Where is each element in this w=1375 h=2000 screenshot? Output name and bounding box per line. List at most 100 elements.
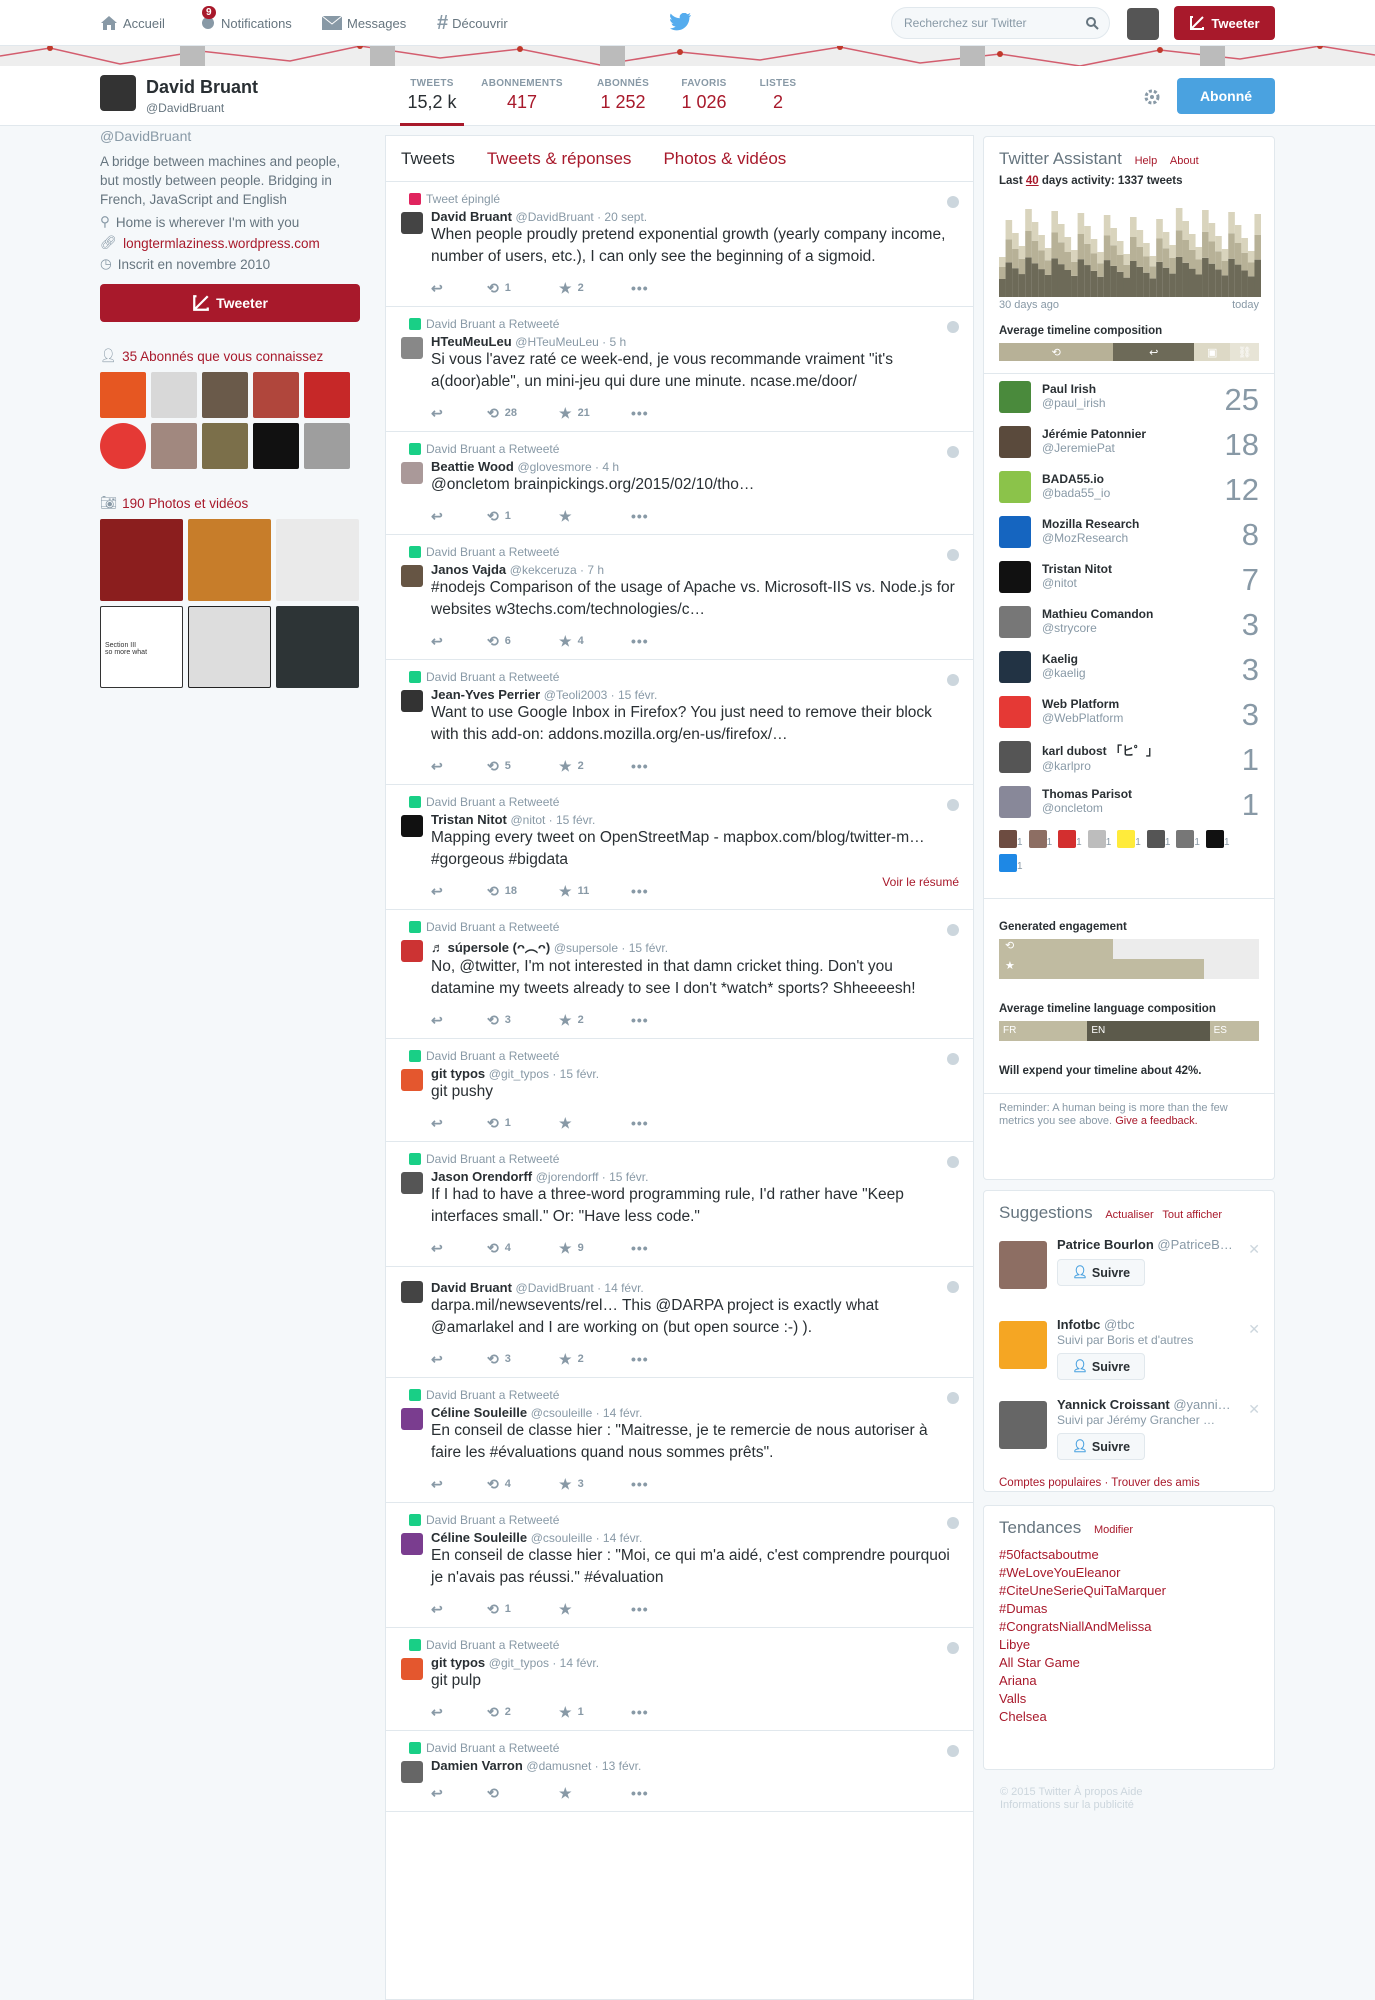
more-button[interactable]: ••• bbox=[631, 1601, 687, 1617]
followers-you-know-link[interactable]: 👤︎ 35 Abonnés que vous connaissez bbox=[100, 348, 360, 364]
photo-thumb[interactable]: Section III so more what bbox=[100, 606, 183, 688]
retweet-button[interactable]: ⟲ bbox=[487, 1785, 559, 1802]
follower-avatar[interactable] bbox=[202, 423, 248, 469]
more-button[interactable]: ••• bbox=[631, 1115, 687, 1131]
dismiss-icon[interactable]: ✕ bbox=[1248, 1401, 1260, 1418]
reply-button[interactable]: ↩ bbox=[431, 508, 487, 525]
mini-user-avatar[interactable]: 1 bbox=[999, 854, 1023, 872]
follower-avatar[interactable] bbox=[151, 372, 197, 418]
tweet-author-avatar[interactable] bbox=[401, 462, 423, 484]
trend-item[interactable]: All Star Game bbox=[984, 1652, 1274, 1670]
view-summary-link[interactable]: Voir le résumé bbox=[882, 875, 959, 889]
more-button[interactable]: ••• bbox=[631, 1240, 687, 1256]
retweet-button[interactable]: ⟲ 28 bbox=[487, 405, 559, 422]
assistant-user-row[interactable]: Jérémie Patonnier @JeremiePat 18 bbox=[984, 419, 1274, 464]
reply-button[interactable]: ↩ bbox=[431, 1601, 487, 1618]
more-button[interactable]: ••• bbox=[631, 1012, 687, 1028]
nav-discover[interactable]: # Découvrir bbox=[437, 0, 508, 46]
search-icon[interactable] bbox=[1086, 17, 1099, 30]
tweet-author-avatar[interactable] bbox=[401, 1761, 423, 1783]
tweet[interactable]: Tweet épinglé David Bruant @DavidBruant … bbox=[386, 182, 973, 307]
tweet[interactable]: David Bruant a Retweeté Céline Souleille… bbox=[386, 1503, 973, 1628]
activity-days-link[interactable]: 40 bbox=[1026, 175, 1039, 187]
suggestion-avatar[interactable] bbox=[999, 1241, 1047, 1289]
expand-icon[interactable] bbox=[947, 549, 959, 561]
suggestion-name[interactable]: Patrice Bourlon bbox=[1057, 1237, 1154, 1252]
mini-user-avatar[interactable]: 1 bbox=[1205, 830, 1230, 848]
tweet-author-name[interactable]: Jean-Yves Perrier bbox=[431, 687, 540, 702]
assistant-user-row[interactable]: Thomas Parisot @oncletom 1 bbox=[984, 779, 1274, 824]
tweet-author-handle[interactable]: @kekceruza · 7 h bbox=[510, 563, 604, 577]
favorite-button[interactable]: ★ bbox=[559, 508, 631, 525]
tweet-author-avatar[interactable] bbox=[401, 1172, 423, 1194]
tweet[interactable]: David Bruant a Retweeté git typos @git_t… bbox=[386, 1039, 973, 1142]
favorite-button[interactable]: ★ 11 bbox=[559, 883, 631, 900]
tweet-author-handle[interactable]: @git_typos · 14 févr. bbox=[489, 1656, 599, 1670]
stat-following[interactable]: ABONNEMENTS 417 bbox=[478, 78, 566, 113]
find-friends-link[interactable]: Trouver des amis bbox=[1111, 1477, 1199, 1489]
feedback-link[interactable]: Give a feedback. bbox=[1115, 1115, 1198, 1127]
tweet-author-name[interactable]: Céline Souleille bbox=[431, 1405, 527, 1420]
dismiss-icon[interactable]: ✕ bbox=[1248, 1241, 1260, 1258]
retweet-button[interactable]: ⟲ 2 bbox=[487, 1704, 559, 1721]
reply-button[interactable]: ↩ bbox=[431, 405, 487, 422]
retweet-button[interactable]: ⟲ 6 bbox=[487, 633, 559, 650]
favorite-button[interactable]: ★ 2 bbox=[559, 1012, 631, 1029]
tweet-author-handle[interactable]: @jorendorff · 15 févr. bbox=[536, 1170, 649, 1184]
tweet-author-avatar[interactable] bbox=[401, 815, 423, 837]
expand-icon[interactable] bbox=[947, 1053, 959, 1065]
compose-tweet-button[interactable]: Tweeter bbox=[1174, 6, 1275, 40]
nav-notifications[interactable]: 9 Notifications bbox=[200, 0, 292, 46]
reply-button[interactable]: ↩ bbox=[431, 280, 487, 297]
tweet-author-avatar[interactable] bbox=[401, 1658, 423, 1680]
expand-icon[interactable] bbox=[947, 321, 959, 333]
tweet-author-name[interactable]: ♬ súpersole (ᴖ︵ᴖ) bbox=[431, 940, 550, 955]
tweet-author-avatar[interactable] bbox=[401, 940, 423, 962]
reply-button[interactable]: ↩ bbox=[431, 633, 487, 650]
tweet-author-handle[interactable]: @csouleille · 14 févr. bbox=[531, 1531, 643, 1545]
assistant-user-avatar[interactable] bbox=[999, 516, 1031, 548]
search-input[interactable]: Recherchez sur Twitter bbox=[891, 7, 1110, 39]
retweet-button[interactable]: ⟲ 4 bbox=[487, 1476, 559, 1493]
suggestion-follow-button[interactable]: 👤︎ Suivre bbox=[1057, 1433, 1146, 1460]
stat-followers[interactable]: ABONNÉS 1 252 bbox=[590, 78, 656, 113]
profile-name[interactable]: David Bruant bbox=[146, 77, 258, 98]
trends-change-link[interactable]: Modifier bbox=[1094, 1524, 1133, 1536]
more-button[interactable]: ••• bbox=[631, 1476, 687, 1492]
assistant-user-row[interactable]: Kaelig @kaelig 3 bbox=[984, 644, 1274, 689]
tweet[interactable]: David Bruant a Retweeté Tristan Nitot @n… bbox=[386, 785, 973, 910]
mini-user-avatar[interactable]: 1 bbox=[1146, 830, 1170, 848]
more-button[interactable]: ••• bbox=[631, 280, 687, 296]
favorite-button[interactable]: ★ 2 bbox=[559, 280, 631, 297]
tweet-author-handle[interactable]: @nitot · 15 févr. bbox=[510, 813, 595, 827]
photo-thumb[interactable] bbox=[100, 519, 183, 601]
suggestion-follow-button[interactable]: 👤︎ Suivre bbox=[1057, 1353, 1146, 1380]
tweet-author-handle[interactable]: @DavidBruant · 14 févr. bbox=[516, 1281, 644, 1295]
trend-item[interactable]: #WeLoveYouEleanor bbox=[984, 1562, 1274, 1580]
tweet[interactable]: David Bruant a Retweeté Janos Vajda @kek… bbox=[386, 535, 973, 660]
mini-user-avatar[interactable]: 1 bbox=[1028, 830, 1052, 848]
retweet-button[interactable]: ⟲ 18 bbox=[487, 883, 559, 900]
mini-user-avatar[interactable]: 1 bbox=[1058, 830, 1082, 848]
reply-button[interactable]: ↩ bbox=[431, 1476, 487, 1493]
tweet[interactable]: David Bruant a Retweeté Beattie Wood @gl… bbox=[386, 432, 973, 535]
gear-icon[interactable] bbox=[1143, 88, 1161, 106]
favorite-button[interactable]: ★ bbox=[559, 1785, 631, 1802]
expand-icon[interactable] bbox=[947, 674, 959, 686]
tab-tweets[interactable]: Tweets bbox=[401, 149, 455, 169]
tweet-author-handle[interactable]: @supersole · 15 févr. bbox=[554, 941, 668, 955]
favorite-button[interactable]: ★ bbox=[559, 1601, 631, 1618]
more-button[interactable]: ••• bbox=[631, 1785, 687, 1801]
tweet-author-handle[interactable]: @HTeuMeuLeu · 5 h bbox=[515, 335, 626, 349]
tweet-author-name[interactable]: Beattie Wood bbox=[431, 459, 514, 474]
stat-favorites[interactable]: FAVORIS 1 026 bbox=[675, 78, 733, 113]
tweet-author-name[interactable]: David Bruant bbox=[431, 209, 512, 224]
assistant-user-row[interactable]: karl dubost 「ヒ゜」 @karlpro 1 bbox=[984, 734, 1274, 779]
photo-thumb[interactable] bbox=[276, 519, 359, 601]
tweet-author-name[interactable]: Janos Vajda bbox=[431, 562, 506, 577]
mini-user-avatar[interactable]: 1 bbox=[1087, 830, 1111, 848]
assistant-user-name[interactable]: Kaelig bbox=[1042, 644, 1274, 666]
favorite-button[interactable]: ★ 2 bbox=[559, 758, 631, 775]
favorite-button[interactable]: ★ 9 bbox=[559, 1240, 631, 1257]
expand-icon[interactable] bbox=[947, 1642, 959, 1654]
